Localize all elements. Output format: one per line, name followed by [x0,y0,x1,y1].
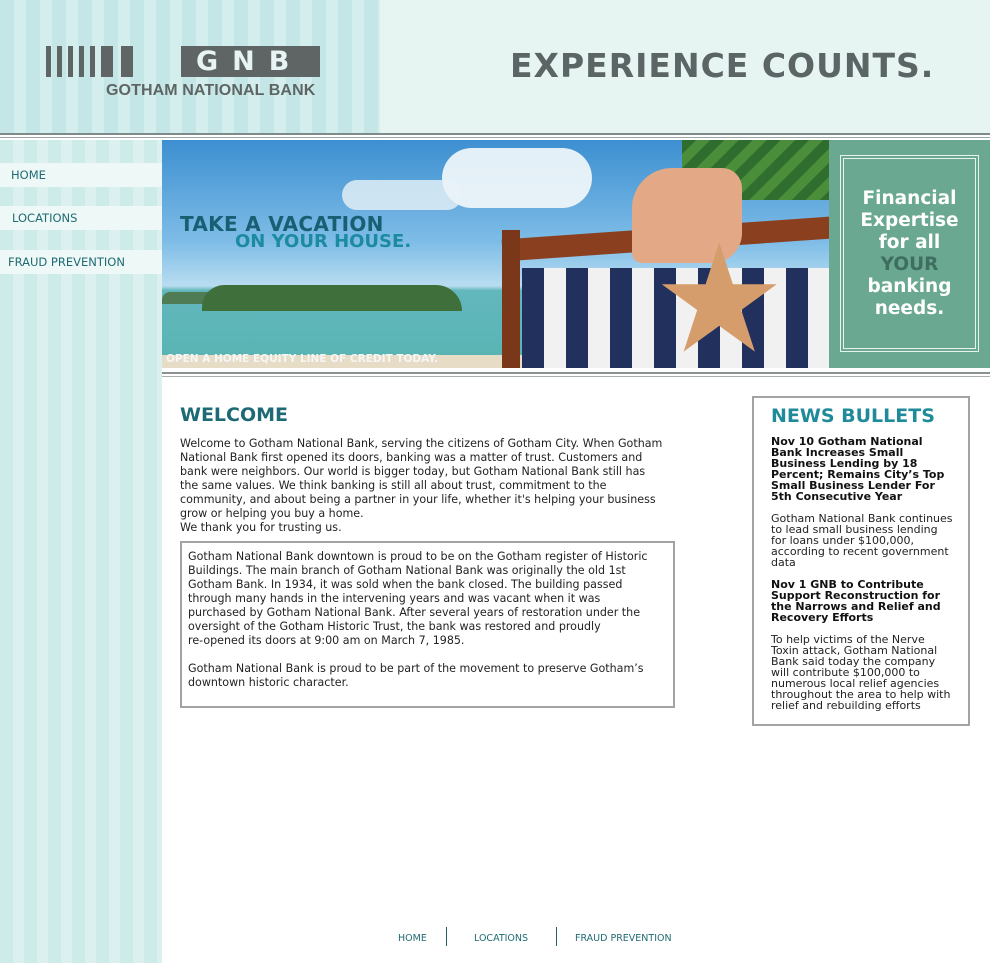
logo-stripe [90,46,95,77]
logo-stripe [101,46,113,77]
logo-stripe [121,46,133,77]
promo-line: for all [878,232,941,253]
starfish-icon: ★ [652,213,787,368]
footer-link-home[interactable]: HOME [398,933,427,944]
header-tagline: EXPERIENCE COUNTS. [510,46,935,85]
news-headline[interactable]: Nov 1 GNB to Contribute Support Reconstr… [771,579,963,623]
promo-text: Financial Expertise for all YOUR banking… [840,188,979,320]
logo-stripe [79,46,84,77]
news-body: Gotham National Bank continues to lead s… [771,512,953,569]
sidebar-item-label[interactable]: HOME [11,168,46,182]
hero-banner[interactable]: ★ TAKE A VACATION ON YOUR HOUSE. OPEN A … [162,140,829,368]
logo-stripe [57,46,62,77]
banner-cta[interactable]: OPEN A HOME EQUITY LINE OF CREDIT TODAY. [166,353,438,365]
banner-subheadline: ON YOUR HOUSE. [235,231,412,252]
promo-line: needs. [874,298,945,319]
logo-stripes [46,46,141,77]
news-headline[interactable]: Nov 10 Gotham National Bank Increases Sm… [771,436,963,502]
logo-stripe [68,46,73,77]
welcome-title: WELCOME [180,404,289,426]
sidebar-item-label[interactable]: FRAUD PREVENTION [8,255,125,269]
news-title: NEWS BULLETS [771,405,935,427]
footer-separator [556,927,557,946]
footer-link-locations[interactable]: LOCATIONS [474,933,528,944]
header-divider [0,133,990,135]
history-text: Gotham National Bank downtown is proud t… [188,550,648,689]
banner-divider-thin [162,376,990,377]
cloud-shape [442,148,592,208]
promo-line: Financial [862,188,957,209]
cloud-shape [342,180,462,210]
news-body: To help victims of the Nerve Toxin attac… [771,633,951,712]
promo-line: banking [867,276,952,297]
header-divider-thin [0,137,990,138]
beach-chair-post [502,230,520,368]
logo-stripe [46,46,51,77]
island-shape [202,285,462,311]
welcome-body: Welcome to Gotham National Bank, serving… [180,437,663,534]
promo-line-highlight: YOUR [880,254,939,275]
banner-divider [162,372,990,374]
logo-letters[interactable]: GNB [196,45,303,78]
footer-link-fraud-prevention[interactable]: FRAUD PREVENTION [575,933,672,944]
logo-bank-name[interactable]: GOTHAM NATIONAL BANK [106,82,315,100]
promo-line: Expertise [860,210,959,231]
footer-separator [446,927,447,946]
sidebar-item-label[interactable]: LOCATIONS [12,211,77,225]
